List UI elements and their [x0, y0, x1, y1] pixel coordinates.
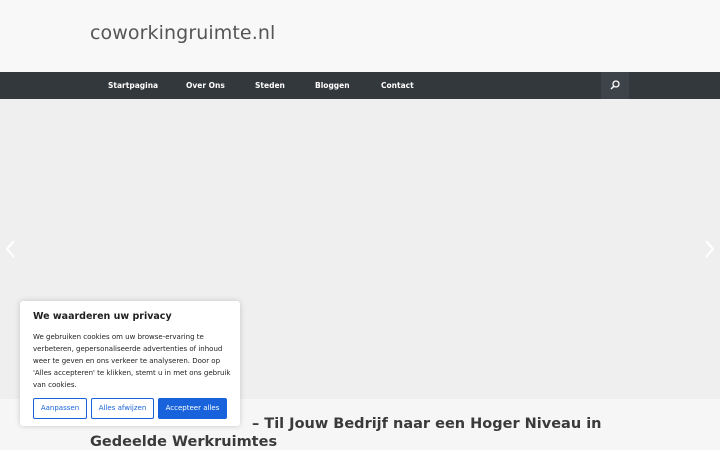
- nav-item-contact[interactable]: Contact: [381, 72, 414, 99]
- search-button[interactable]: [601, 72, 629, 99]
- customize-button[interactable]: Aanpassen: [33, 398, 87, 419]
- site-header: coworkingruimte.nl: [0, 0, 720, 72]
- nav-item-steden[interactable]: Steden: [255, 72, 285, 99]
- main-navigation: Startpagina Over Ons Steden Bloggen Cont…: [0, 72, 720, 99]
- cookie-description: We gebruiken cookies om uw browse-ervari…: [33, 333, 231, 389]
- chevron-right-icon[interactable]: [702, 238, 716, 260]
- chevron-left-icon[interactable]: [4, 238, 18, 260]
- cookie-title: We waarderen uw privacy: [33, 311, 172, 322]
- reject-all-button[interactable]: Alles afwijzen: [91, 398, 154, 419]
- nav-item-bloggen[interactable]: Bloggen: [315, 72, 350, 99]
- nav-item-over-ons[interactable]: Over Ons: [186, 72, 225, 99]
- cookie-consent-banner: We waarderen uw privacy We gebruiken coo…: [20, 301, 240, 426]
- site-title[interactable]: coworkingruimte.nl: [90, 22, 275, 44]
- accept-all-button[interactable]: Accepteer alles: [158, 398, 227, 419]
- nav-item-startpagina[interactable]: Startpagina: [108, 72, 158, 99]
- search-icon: [610, 80, 620, 90]
